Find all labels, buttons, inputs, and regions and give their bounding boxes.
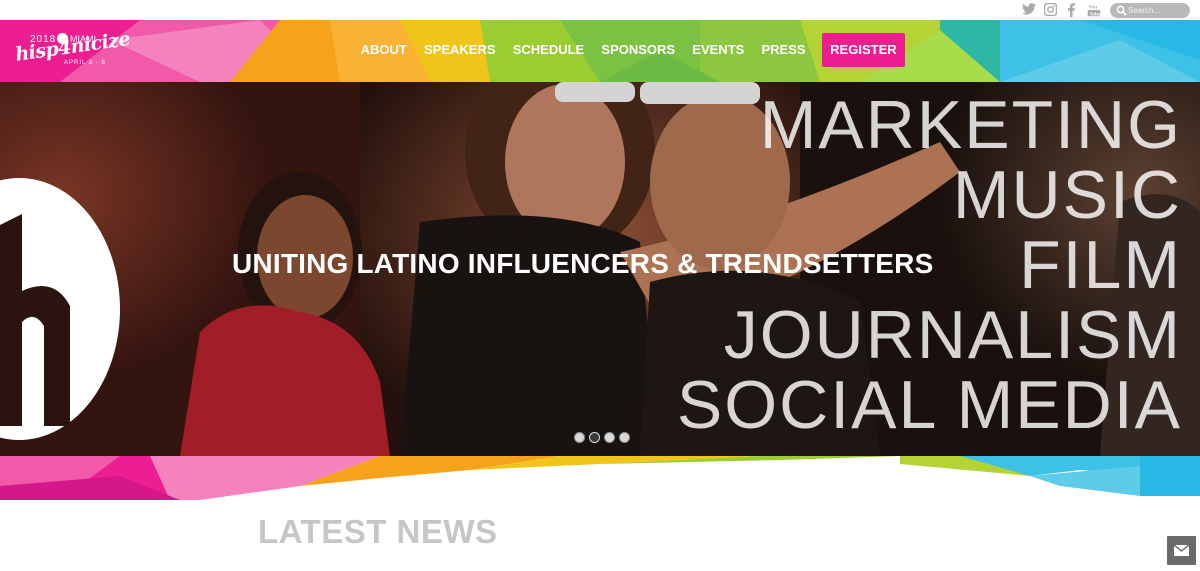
contact-mail-button[interactable] bbox=[1167, 536, 1196, 565]
color-ribbon bbox=[0, 456, 1200, 500]
logo-dates: APRIL 3 - 8 bbox=[64, 60, 106, 66]
youtube-icon[interactable]: You Tube bbox=[1087, 3, 1103, 17]
top-utility-bar: You Tube bbox=[0, 0, 1200, 20]
topic-music: MUSIC bbox=[952, 157, 1182, 233]
nav-about[interactable]: ABOUT bbox=[352, 33, 415, 67]
instagram-icon[interactable] bbox=[1044, 3, 1060, 17]
svg-text:You: You bbox=[1088, 5, 1097, 11]
hero-slider: UNITING LATINO INFLUENCERS & TRENDSETTER… bbox=[0, 82, 1200, 456]
topic-journalism: JOURNALISM bbox=[723, 297, 1182, 373]
nav-events[interactable]: EVENTS bbox=[684, 33, 753, 67]
search-icon bbox=[1116, 5, 1127, 16]
topic-film: FILM bbox=[1019, 227, 1182, 303]
facebook-icon[interactable] bbox=[1067, 3, 1083, 17]
slider-pagination bbox=[574, 432, 630, 443]
slide-dot-1[interactable] bbox=[574, 432, 585, 443]
h-logo-icon bbox=[0, 214, 70, 426]
search-input[interactable] bbox=[1128, 4, 1186, 17]
main-nav: ABOUT SPEAKERS SCHEDULE SPONSORS EVENTS … bbox=[352, 33, 905, 67]
nav-press[interactable]: PRESS bbox=[753, 33, 814, 67]
hispanicize-logo[interactable]: 2018 MIAMI hisp4nicize APRIL 3 - 8 bbox=[14, 20, 131, 80]
register-button[interactable]: REGISTER bbox=[822, 33, 905, 67]
site-header: 2018 MIAMI hisp4nicize APRIL 3 - 8 ABOUT… bbox=[0, 20, 1200, 82]
nav-sponsors[interactable]: SPONSORS bbox=[593, 33, 684, 67]
twitter-icon[interactable] bbox=[1022, 3, 1038, 17]
latest-news-heading: LATEST NEWS bbox=[258, 513, 498, 550]
search-box[interactable] bbox=[1110, 3, 1190, 18]
nav-speakers[interactable]: SPEAKERS bbox=[415, 33, 504, 67]
svg-text:Tube: Tube bbox=[1089, 11, 1101, 17]
topic-social-media: SOCIAL MEDIA bbox=[676, 367, 1182, 443]
slide-dot-2[interactable] bbox=[589, 432, 600, 443]
nav-schedule[interactable]: SCHEDULE bbox=[504, 33, 593, 67]
slide-dot-3[interactable] bbox=[604, 432, 615, 443]
hero-topics: MARKETING MUSIC FILM JOURNALISM SOCIAL M… bbox=[677, 90, 1182, 440]
envelope-icon bbox=[1174, 545, 1189, 556]
topic-marketing: MARKETING bbox=[759, 87, 1182, 163]
slide-dot-4[interactable] bbox=[619, 432, 630, 443]
